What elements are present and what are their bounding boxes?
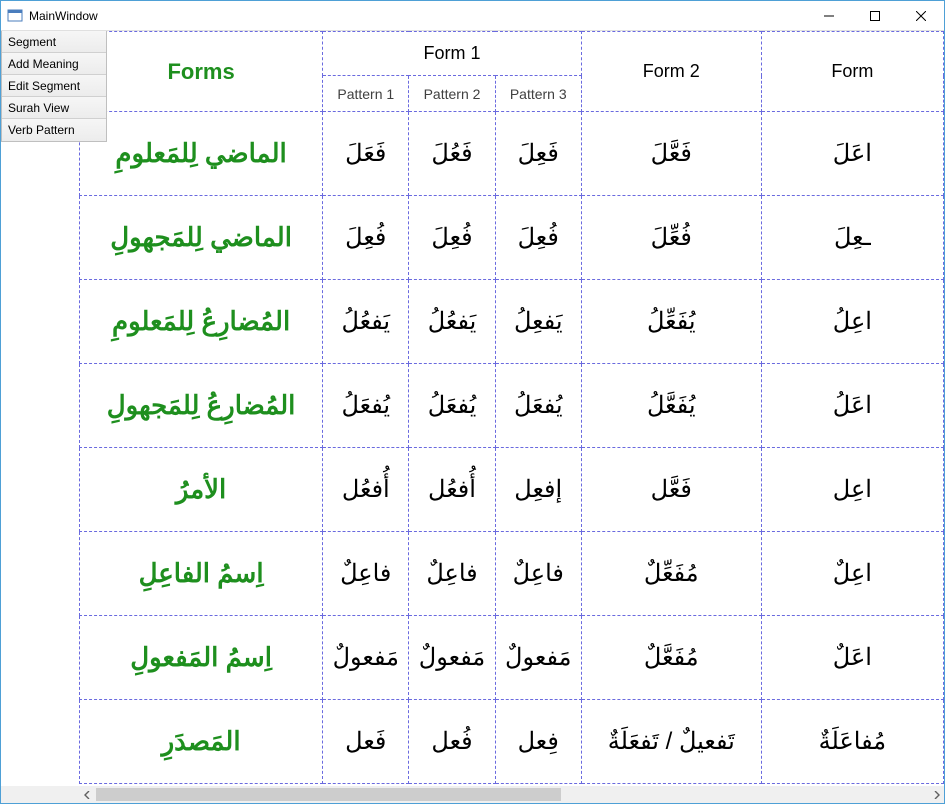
minimize-button[interactable] <box>806 1 852 31</box>
header-form3: Form <box>761 32 943 112</box>
cell: مُفاعَلَةٌ <box>761 700 943 784</box>
toolbtn-label: Surah View <box>8 101 69 115</box>
header-pattern1: Pattern 1 <box>323 76 409 112</box>
table-row: المَصدَرِ فَعل فُعل فِعل تَفعيلٌ / تَفعَ… <box>80 700 944 784</box>
row-label: الماضي لِلمَعلومِ <box>80 112 323 196</box>
scroll-right-icon[interactable] <box>927 786 944 803</box>
cell: فُعِلَ <box>323 196 409 280</box>
scrollbar-track[interactable] <box>96 786 927 803</box>
cell: فاعِلٌ <box>323 532 409 616</box>
verb-forms-table: Forms Form 1 Form 2 Form Pattern 1 Patte… <box>79 31 944 784</box>
toolbtn-label: Segment <box>8 35 56 49</box>
cell: فاعِلٌ <box>495 532 581 616</box>
cell: ـعِلَ <box>761 196 943 280</box>
toolstrip-verb-pattern[interactable]: Verb Pattern <box>2 119 106 141</box>
row-label: المُضارِعُ لِلمَجهولِ <box>80 364 323 448</box>
cell: يُفعَلُ <box>323 364 409 448</box>
cell: فَعِلَ <box>495 112 581 196</box>
row-label: الماضي لِلمَجهولِ <box>80 196 323 280</box>
cell: يُفَعَّلُ <box>581 364 761 448</box>
header-form2: Form 2 <box>581 32 761 112</box>
cell: فُعِلَ <box>495 196 581 280</box>
table-row: الماضي لِلمَجهولِ فُعِلَ فُعِلَ فُعِلَ ف… <box>80 196 944 280</box>
cell: مُفَعِّلٌ <box>581 532 761 616</box>
client-area: Segment Add Meaning Edit Segment Surah V… <box>1 31 944 803</box>
cell: فِعل <box>495 700 581 784</box>
table-row: المُضارِعُ لِلمَعلومِ يَفعُلُ يَفعُلُ يَ… <box>80 280 944 364</box>
table-row: اِسمُ المَفعولِ مَفعولٌ مَفعولٌ مَفعولٌ … <box>80 616 944 700</box>
cell: فُعل <box>409 700 495 784</box>
toolstrip-surah-view[interactable]: Surah View <box>2 97 106 119</box>
row-label: اِسمُ المَفعولِ <box>80 616 323 700</box>
cell: يَفعُلُ <box>323 280 409 364</box>
cell: مَفعولٌ <box>495 616 581 700</box>
cell: فاعِلٌ <box>409 532 495 616</box>
cell: مَفعولٌ <box>323 616 409 700</box>
table-row: المُضارِعُ لِلمَجهولِ يُفعَلُ يُفعَلُ يُ… <box>80 364 944 448</box>
table-row: الأمرُ أُفعُل أُفعُل إفعِل فَعَّل اعِل <box>80 448 944 532</box>
scrollbar-thumb[interactable] <box>96 788 561 801</box>
scrollbar-corner <box>1 786 79 803</box>
title-bar: MainWindow <box>1 1 944 31</box>
cell: فَعَلَ <box>323 112 409 196</box>
cell: تَفعيلٌ / تَفعَلَةٌ <box>581 700 761 784</box>
main-window: MainWindow Segment Add Meaning Edit Segm… <box>0 0 945 804</box>
cell: اعَلُ <box>761 364 943 448</box>
cell: فُعِّلَ <box>581 196 761 280</box>
cell: فَعُلَ <box>409 112 495 196</box>
header-form1: Form 1 <box>323 32 582 76</box>
cell: اعِلُ <box>761 280 943 364</box>
close-button[interactable] <box>898 1 944 31</box>
forms-corner-label: Forms <box>80 32 323 112</box>
toolbtn-label: Verb Pattern <box>8 123 75 137</box>
cell: اعِلٌ <box>761 532 943 616</box>
row-label: المَصدَرِ <box>80 700 323 784</box>
row-label: الأمرُ <box>80 448 323 532</box>
cell: فَعَّلَ <box>581 112 761 196</box>
cell: يُفَعِّلُ <box>581 280 761 364</box>
toolstrip-add-meaning[interactable]: Add Meaning <box>2 53 106 75</box>
cell: يُفعَلُ <box>409 364 495 448</box>
header-pattern2: Pattern 2 <box>409 76 495 112</box>
window-title: MainWindow <box>29 9 98 23</box>
grid-viewport: Forms Form 1 Form 2 Form Pattern 1 Patte… <box>1 31 944 786</box>
toolstrip-edit-segment[interactable]: Edit Segment <box>2 75 106 97</box>
toolstrip-segment[interactable]: Segment <box>2 31 106 53</box>
cell: أُفعُل <box>409 448 495 532</box>
cell: يَفعُلُ <box>409 280 495 364</box>
cell: اعَلَ <box>761 112 943 196</box>
scroll-left-icon[interactable] <box>79 786 96 803</box>
app-icon <box>7 8 23 24</box>
toolbtn-label: Edit Segment <box>8 79 80 93</box>
cell: إفعِل <box>495 448 581 532</box>
cell: فُعِلَ <box>409 196 495 280</box>
table-row: الماضي لِلمَعلومِ فَعَلَ فَعُلَ فَعِلَ ف… <box>80 112 944 196</box>
cell: مَفعولٌ <box>409 616 495 700</box>
cell: يَفعِلُ <box>495 280 581 364</box>
cell: يُفعَلُ <box>495 364 581 448</box>
cell: اعِل <box>761 448 943 532</box>
row-label: اِسمُ الفاعِلِ <box>80 532 323 616</box>
cell: أُفعُل <box>323 448 409 532</box>
horizontal-scrollbar[interactable] <box>79 786 944 803</box>
maximize-button[interactable] <box>852 1 898 31</box>
toolstrip: Segment Add Meaning Edit Segment Surah V… <box>1 31 107 142</box>
cell: اعَلٌ <box>761 616 943 700</box>
toolbtn-label: Add Meaning <box>8 57 79 71</box>
row-label: المُضارِعُ لِلمَعلومِ <box>80 280 323 364</box>
header-pattern3: Pattern 3 <box>495 76 581 112</box>
cell: مُفَعَّلٌ <box>581 616 761 700</box>
table-row: اِسمُ الفاعِلِ فاعِلٌ فاعِلٌ فاعِلٌ مُفَ… <box>80 532 944 616</box>
cell: فَعل <box>323 700 409 784</box>
cell: فَعَّل <box>581 448 761 532</box>
